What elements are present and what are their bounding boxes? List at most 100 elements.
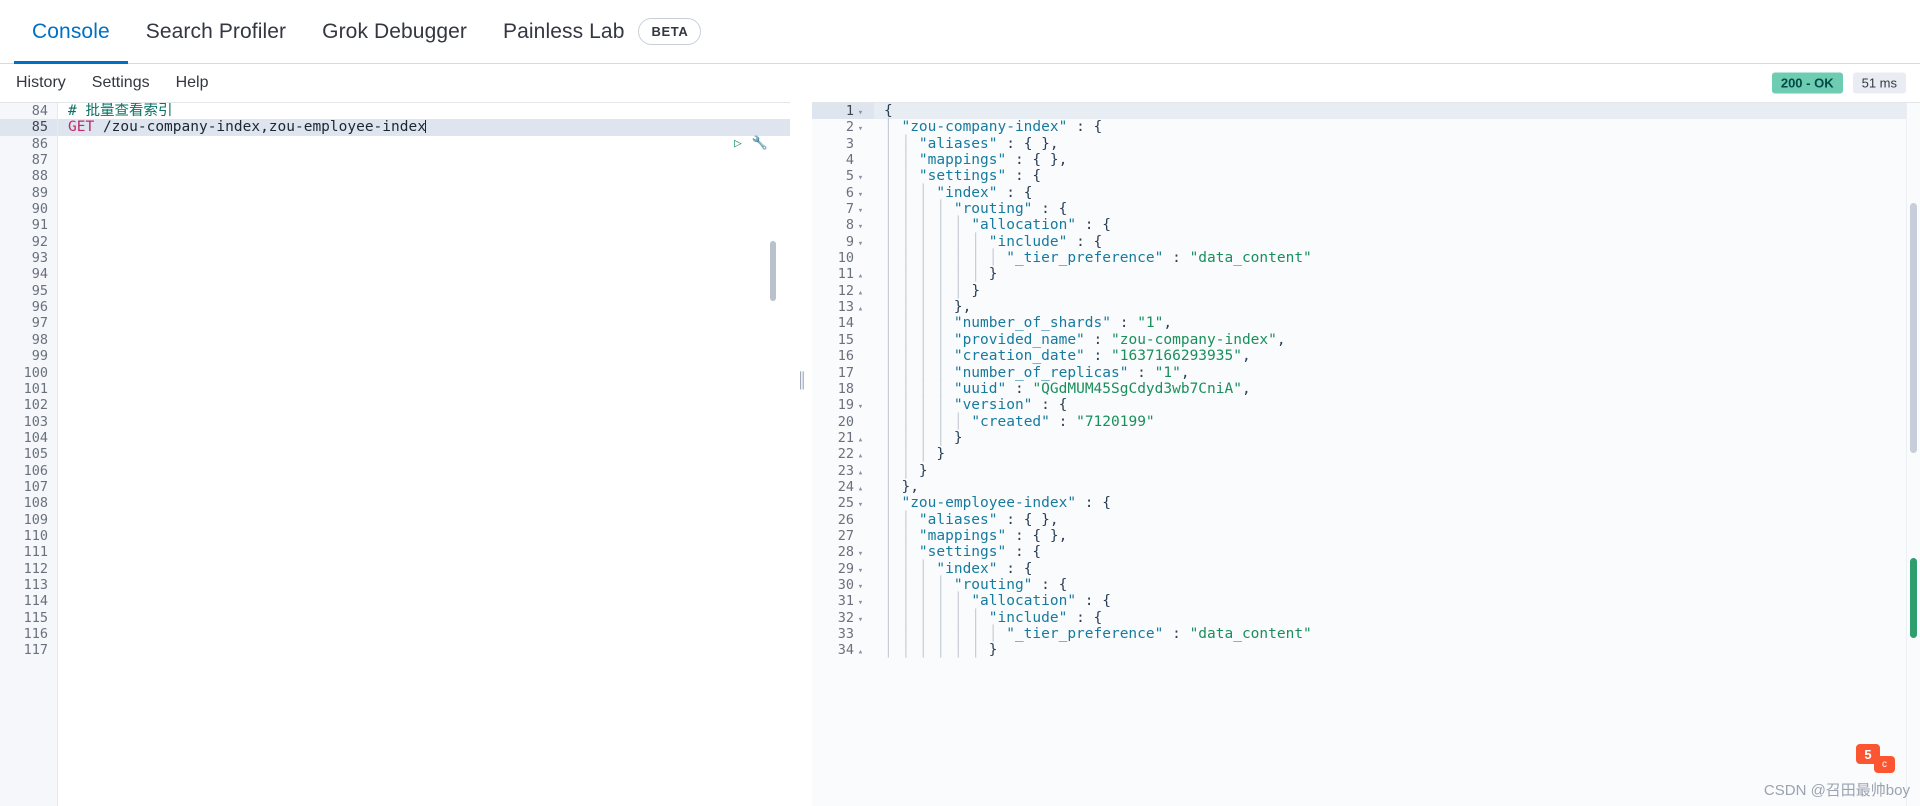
request-code-line[interactable] [58,185,790,201]
response-viewer-pane[interactable]: 1 ▾ 2 ▾ 3 4 5 ▾ 6 ▾ 7 ▾ 8 ▾ 9 ▾ 10 11 ▴ 12 ▴ 13 ▴ 14 15 16 17 18 19 ▾… [812,102,1920,806]
fold-expand-icon[interactable]: ▴ [856,644,865,660]
request-code-area[interactable]: # 批量查看索引 GET /zou-company-index,zou-emplo… [58,103,790,806]
request-code-line[interactable] [58,414,790,430]
request-code-line[interactable] [58,299,790,315]
response-code-line[interactable]: │ │ } [874,463,1920,479]
response-line-number-value: 7 [845,201,854,218]
wrench-icon[interactable]: 🔧 [752,137,768,150]
request-code-line[interactable] [58,430,790,446]
request-editor-scrollbar[interactable] [770,241,776,301]
response-code-line[interactable]: │ │ │ │ │ "allocation" : { [874,593,1920,609]
response-scrollbar-marker[interactable] [1910,558,1917,638]
response-code-line[interactable]: │ │ │ │ } [874,430,1920,446]
json-punctuation: : { [1067,233,1103,250]
tab-painless-lab[interactable]: Painless Lab BETA [485,0,719,64]
response-code-area[interactable]: {│ "zou-company-index" : {│ │ "aliases" … [874,103,1920,806]
splitter-grip-icon[interactable]: ║ [797,372,808,389]
request-code-line[interactable] [58,365,790,381]
tab-console[interactable]: Console [14,0,128,64]
response-line-number: 13 ▴ [812,299,874,315]
request-code-line[interactable]: GET /zou-company-index,zou-employee-inde… [58,119,790,150]
play-icon[interactable]: ▷ [734,137,742,150]
response-code-line[interactable]: │ │ │ │ │ } [874,283,1920,299]
subnav-item-settings[interactable]: Settings [92,74,150,92]
request-editor-pane[interactable]: 84 85 86 87 88 89 90 91 92 93 94 95 96 97 98 99 100 101 10… [0,102,790,806]
response-code-line[interactable]: │ "zou-company-index" : { [874,119,1920,135]
response-code-line[interactable]: │ │ │ │ "uuid" : "QGdMUM45SgCdyd3wb7CniA… [874,381,1920,397]
request-code-line[interactable] [58,512,790,528]
response-code-line[interactable]: │ │ │ │ "creation_date" : "1637166293935… [874,348,1920,364]
response-code-line[interactable]: │ │ │ │ "number_of_shards" : "1", [874,315,1920,331]
response-code-line[interactable]: │ │ "aliases" : { }, [874,512,1920,528]
response-code-line[interactable]: │ │ │ │ │ "allocation" : { [874,217,1920,233]
request-code-line[interactable] [58,642,790,658]
request-code-line[interactable] [58,593,790,609]
response-code-line[interactable]: │ │ │ │ │ │ "include" : { [874,234,1920,250]
request-code-line[interactable] [58,250,790,266]
request-code-line[interactable] [58,217,790,233]
request-code-line[interactable] [58,495,790,511]
request-code-line[interactable] [58,381,790,397]
subnav-item-help[interactable]: Help [176,74,209,92]
response-code-line[interactable]: │ │ │ │ "provided_name" : "zou-company-i… [874,332,1920,348]
response-code-line[interactable]: │ │ "settings" : { [874,544,1920,560]
response-code-line[interactable]: │ }, [874,479,1920,495]
response-code-line[interactable]: │ │ "mappings" : { }, [874,528,1920,544]
request-code-line[interactable] [58,266,790,282]
response-line-number: 9 ▾ [812,234,874,250]
request-code-line[interactable] [58,168,790,184]
response-line-number: 34 ▴ [812,642,874,658]
request-code-line[interactable] [58,136,790,152]
response-code-line[interactable]: │ "zou-employee-index" : { [874,495,1920,511]
response-code-line[interactable]: │ │ "aliases" : { }, [874,136,1920,152]
request-code-line[interactable] [58,544,790,560]
request-code-line[interactable] [58,315,790,331]
tab-search-profiler[interactable]: Search Profiler [128,0,304,64]
request-code-line[interactable] [58,234,790,250]
response-code-line[interactable]: │ │ │ "index" : { [874,561,1920,577]
response-scrollbar-thumb[interactable] [1910,203,1917,453]
request-code-line[interactable] [58,577,790,593]
response-code-line[interactable]: │ │ │ │ │ │ │ "_tier_preference" : "data… [874,626,1920,642]
response-line-number: 20 [812,414,874,430]
request-code-line[interactable] [58,283,790,299]
subnav-item-history[interactable]: History [16,74,66,92]
request-code-line[interactable] [58,397,790,413]
response-code-line[interactable]: │ │ │ "index" : { [874,185,1920,201]
request-code-line[interactable] [58,561,790,577]
response-scrollbar-track[interactable] [1906,103,1920,806]
tab-grok-debugger[interactable]: Grok Debugger [304,0,485,64]
request-code-line[interactable] [58,152,790,168]
response-code-line[interactable]: │ │ │ │ "version" : { [874,397,1920,413]
request-code-line[interactable] [58,528,790,544]
json-punctuation: : [1163,626,1190,642]
response-code-line[interactable]: │ │ │ │ "routing" : { [874,577,1920,593]
request-code-line[interactable] [58,446,790,462]
request-code-line[interactable] [58,332,790,348]
request-code-line[interactable] [58,348,790,364]
response-code-line[interactable]: │ │ "settings" : { [874,168,1920,184]
response-code-line[interactable]: │ │ │ │ }, [874,299,1920,315]
response-code-line[interactable]: │ │ │ │ │ │ } [874,266,1920,282]
request-editor[interactable]: 84 85 86 87 88 89 90 91 92 93 94 95 96 97 98 99 100 101 10… [0,103,790,806]
indent-guide: │ │ │ [884,184,937,201]
response-code-line[interactable]: │ │ │ │ │ │ "include" : { [874,610,1920,626]
response-code-line[interactable]: │ │ "mappings" : { }, [874,152,1920,168]
response-code-line[interactable]: │ │ │ │ │ │ } [874,642,1920,658]
response-code-line[interactable]: { [874,103,1920,120]
response-code-line[interactable]: │ │ │ │ "number_of_replicas" : "1", [874,365,1920,381]
response-code-line[interactable]: │ │ │ } [874,446,1920,462]
json-punctuation: } [953,429,963,446]
request-code-line[interactable] [58,479,790,495]
request-code-line[interactable] [58,610,790,626]
response-code-line[interactable]: │ │ │ │ │ │ │ "_tier_preference" : "data… [874,250,1920,266]
request-code-line[interactable] [58,463,790,479]
request-code-line[interactable]: # 批量查看索引 [58,103,790,119]
response-code-line[interactable]: │ │ │ │ "routing" : { [874,201,1920,217]
response-code-line[interactable]: │ │ │ │ │ "created" : "7120199" [874,414,1920,430]
pane-splitter[interactable]: ║ [790,102,812,806]
request-code-line[interactable] [58,626,790,642]
response-line-number-value: 4 [845,152,854,169]
json-punctuation: : [1128,364,1155,381]
request-code-line[interactable] [58,201,790,217]
